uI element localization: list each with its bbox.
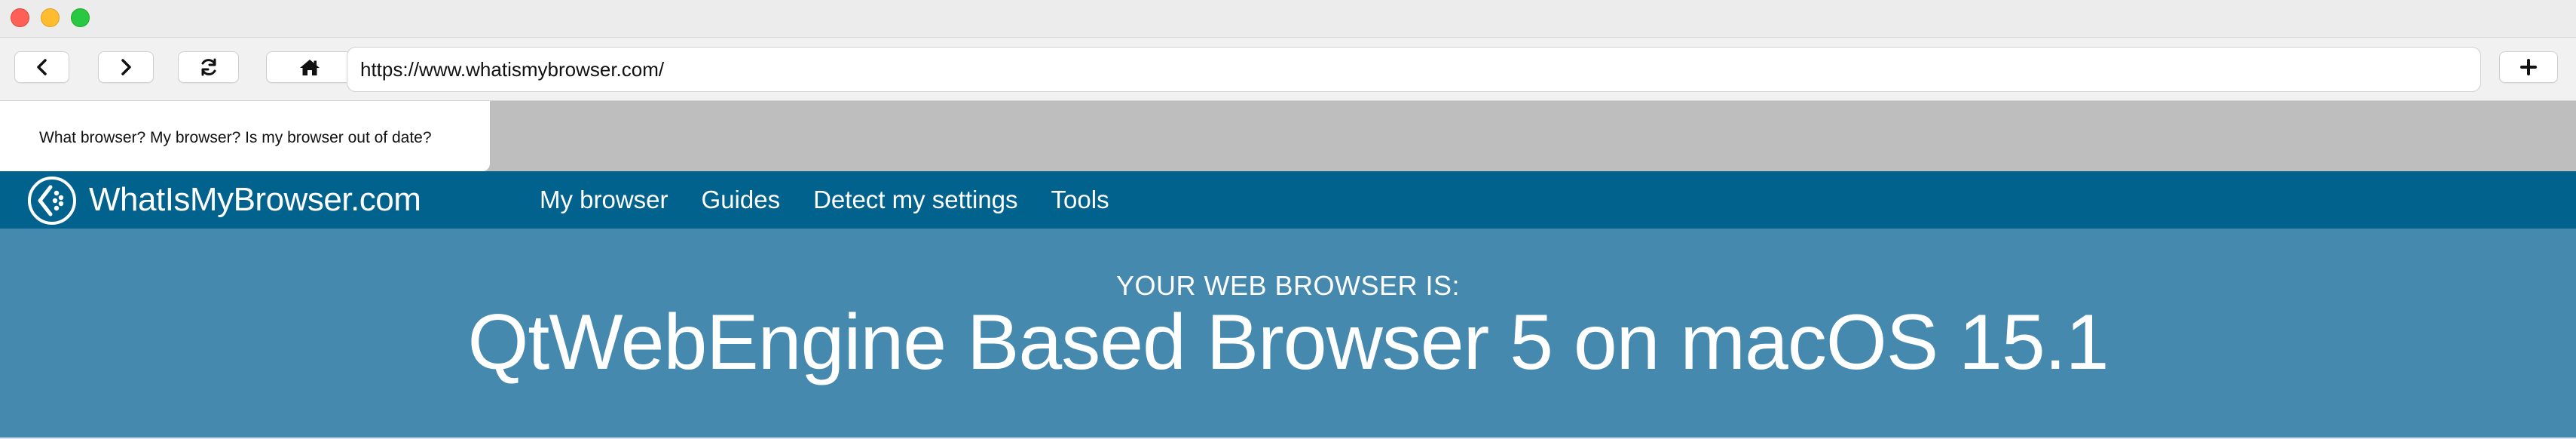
site-navigation: WhatIsMyBrowser.com My browser Guides De… [0, 171, 2576, 229]
hero-kicker: YOUR WEB BROWSER IS: [1115, 270, 1461, 301]
window-titlebar [0, 0, 2576, 38]
home-icon [299, 60, 320, 75]
minimize-window-button[interactable] [41, 8, 60, 27]
chevron-left-icon [36, 59, 47, 75]
home-button[interactable] [266, 51, 353, 83]
new-tab-button[interactable] [2499, 51, 2558, 83]
reload-icon [201, 58, 216, 76]
nav-my-browser[interactable]: My browser [540, 186, 668, 214]
close-window-button[interactable] [11, 8, 29, 27]
tab-active[interactable]: What browser? My browser? Is my browser … [0, 101, 490, 171]
browser-detection-hero: YOUR WEB BROWSER IS: QtWebEngine Based B… [0, 229, 2576, 439]
site-nav-links: My browser Guides Detect my settings Too… [540, 171, 1143, 229]
site-logo-text[interactable]: WhatIsMyBrowser.com [89, 171, 421, 229]
chevron-right-icon [121, 59, 131, 75]
back-button[interactable] [14, 51, 69, 83]
nav-detect-my-settings[interactable]: Detect my settings [813, 186, 1017, 214]
whatismybrowser-logo-icon[interactable] [26, 175, 78, 226]
forward-button[interactable] [98, 51, 154, 83]
detected-browser-title: QtWebEngine Based Browser 5 on macOS 15.… [467, 299, 2109, 386]
browser-toolbar [0, 38, 2576, 101]
plus-icon [2520, 59, 2537, 75]
tab-strip: What browser? My browser? Is my browser … [0, 101, 2576, 171]
tab-title: What browser? My browser? Is my browser … [39, 128, 432, 146]
nav-tools[interactable]: Tools [1051, 186, 1109, 214]
reload-button[interactable] [178, 51, 239, 83]
address-bar[interactable] [347, 47, 2481, 92]
maximize-window-button[interactable] [71, 8, 90, 27]
url-input[interactable] [360, 57, 2480, 81]
nav-guides[interactable]: Guides [702, 186, 781, 214]
